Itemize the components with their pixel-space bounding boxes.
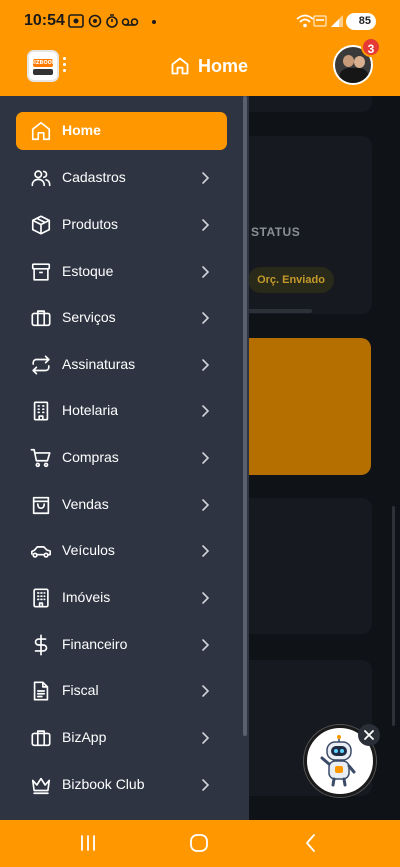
menu-item-cadastros[interactable]: Cadastros — [16, 159, 227, 197]
chevron-right-icon — [198, 544, 212, 558]
menu-label: Assinaturas — [62, 356, 136, 372]
menu-label: Veículos — [62, 542, 115, 558]
apartment-icon — [30, 587, 52, 609]
menu-label: Fiscal — [62, 682, 99, 698]
repeat-icon — [30, 354, 52, 376]
wifi-icon — [296, 14, 314, 28]
menu-item-fiscal[interactable]: Fiscal — [16, 672, 227, 710]
chevron-right-icon — [198, 451, 212, 465]
home-icon — [30, 120, 52, 142]
bg-highlight-card — [228, 338, 371, 475]
bg-scrollbar — [392, 506, 395, 726]
menu-item-financeiro[interactable]: Financeiro — [16, 626, 227, 664]
menu-item-home[interactable]: Home — [16, 112, 227, 150]
menu-item-estoque[interactable]: Estoque — [16, 253, 227, 291]
menu-item-bizbook-club[interactable]: Bizbook Club — [16, 766, 227, 804]
document-icon — [30, 680, 52, 702]
bg-progress-track — [248, 309, 312, 313]
sync-icon — [88, 14, 102, 28]
battery-level: 85 — [358, 15, 371, 27]
screenshot-icon — [68, 14, 84, 28]
signal-icon — [331, 15, 343, 27]
menu-item-vendas[interactable]: Vendas — [16, 486, 227, 524]
notification-dot-icon — [152, 20, 156, 24]
cart-icon — [30, 447, 52, 469]
menu-label: Compras — [62, 449, 119, 465]
page-title: Home — [198, 55, 249, 76]
chevron-right-icon — [198, 218, 212, 232]
recent-apps-icon[interactable] — [76, 832, 100, 854]
menu-label: Produtos — [62, 216, 119, 232]
app-logo[interactable]: BIZBOOK — [27, 50, 59, 82]
chevron-right-icon — [198, 498, 212, 512]
side-drawer: Home Cadastros Produtos Estoque Serviços… — [0, 96, 249, 820]
menu-label: Cadastros — [62, 169, 126, 185]
menu-label: Estoque — [62, 263, 114, 279]
back-icon[interactable] — [299, 832, 323, 854]
home-nav-icon[interactable] — [187, 832, 211, 854]
briefcase-icon — [30, 727, 52, 749]
menu-item-produtos[interactable]: Produtos — [16, 206, 227, 244]
menu-item-bizapp[interactable]: BizApp — [16, 719, 227, 757]
menu-label: Imóveis — [62, 589, 111, 605]
menu-item-compras[interactable]: Compras — [16, 439, 227, 477]
menu-label: Hotelaria — [62, 402, 119, 418]
timer-icon — [106, 14, 118, 28]
chevron-right-icon — [198, 171, 212, 185]
header-title-group: Home — [170, 53, 248, 79]
app-header: BIZBOOK Home — [0, 40, 400, 96]
chevron-right-icon — [198, 311, 212, 325]
chatbot-close-button[interactable] — [358, 724, 380, 746]
bg-card — [228, 498, 372, 634]
archive-icon — [30, 261, 52, 283]
chevron-right-icon — [198, 778, 212, 792]
users-icon — [30, 167, 52, 189]
menu-item-imoveis[interactable]: Imóveis — [16, 579, 227, 617]
chevron-right-icon — [198, 638, 212, 652]
menu-label: Bizbook Club — [62, 776, 145, 792]
close-icon — [364, 730, 374, 740]
shopping-bag-icon — [30, 494, 52, 516]
home-icon — [171, 57, 189, 75]
menu-item-hotelaria[interactable]: Hotelaria — [16, 392, 227, 430]
voicemail-icon — [121, 18, 139, 26]
status-bar: 10:54 85 — [0, 0, 400, 40]
chevron-right-icon — [198, 404, 212, 418]
chevron-right-icon — [198, 358, 212, 372]
system-nav-bar — [0, 820, 400, 867]
drawer-scrollbar[interactable] — [243, 96, 247, 736]
menu-label: Home — [62, 122, 101, 138]
menu-label: BizApp — [62, 729, 107, 745]
dollar-icon — [30, 634, 52, 656]
volte-icon — [313, 15, 327, 27]
bg-card — [228, 96, 372, 112]
battery-indicator: 85 — [346, 13, 376, 30]
chevron-right-icon — [198, 591, 212, 605]
crown-icon — [30, 774, 52, 796]
menu-item-assinaturas[interactable]: Assinaturas — [16, 346, 227, 384]
briefcase-icon — [30, 307, 52, 329]
menu-label: Serviços — [62, 309, 116, 325]
more-options-icon[interactable] — [60, 57, 68, 77]
menu-label: Financeiro — [62, 636, 128, 652]
logo-text: BIZBOOK — [30, 60, 56, 66]
chevron-right-icon — [198, 731, 212, 745]
notification-badge[interactable]: 3 — [361, 37, 381, 57]
chevron-right-icon — [198, 684, 212, 698]
car-icon — [30, 540, 52, 562]
chevron-right-icon — [198, 265, 212, 279]
menu-item-servicos[interactable]: Serviços — [16, 299, 227, 337]
bg-status-label: STATUS — [251, 225, 301, 239]
building-icon — [30, 400, 52, 422]
box-icon — [30, 214, 52, 236]
bg-status-badge: Orç. Enviado — [248, 267, 334, 293]
menu-item-veiculos[interactable]: Veículos — [16, 532, 227, 570]
menu-label: Vendas — [62, 496, 109, 512]
status-time: 10:54 — [24, 12, 65, 29]
